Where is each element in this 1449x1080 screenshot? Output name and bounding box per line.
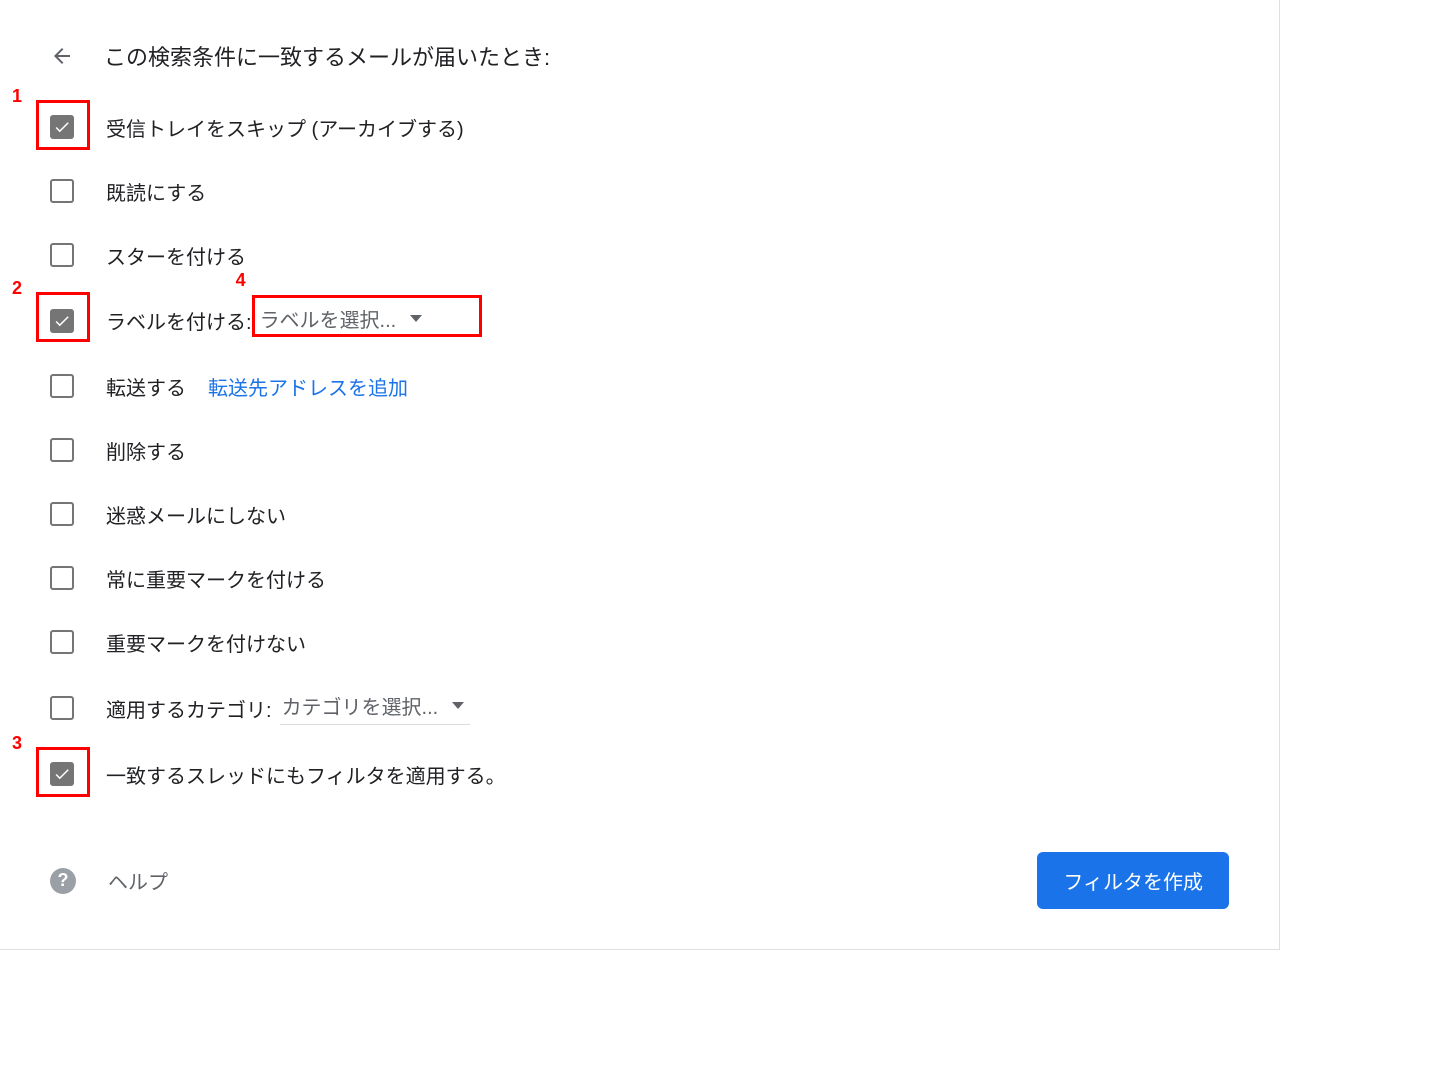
option-forward: 転送する 転送先アドレスを追加 — [50, 371, 1229, 401]
option-never-spam: 迷惑メールにしない — [50, 499, 1229, 529]
annotation-1: 1 — [12, 86, 22, 107]
label-dropdown[interactable]: ラベルを選択... — [258, 304, 429, 337]
label-mark-read: 既読にする — [106, 177, 206, 206]
help-group: ? ヘルプ — [50, 866, 168, 895]
option-apply-label: 2 ラベルを付ける: 4 ラベルを選択... — [50, 304, 1229, 337]
label-never-spam: 迷惑メールにしない — [106, 500, 286, 529]
label-always-important: 常に重要マークを付ける — [106, 564, 326, 593]
label-dropdown-text: ラベルを選択... — [260, 304, 397, 333]
label-category: 適用するカテゴリ: — [106, 694, 272, 723]
checkbox-never-important[interactable] — [50, 630, 74, 654]
checkbox-mark-read[interactable] — [50, 179, 74, 203]
checkbox-delete[interactable] — [50, 438, 74, 462]
option-category: 適用するカテゴリ: カテゴリを選択... — [50, 691, 1229, 725]
checkbox-always-important[interactable] — [50, 566, 74, 590]
header-title: この検索条件に一致するメールが届いたとき: — [104, 40, 550, 72]
chevron-down-icon — [452, 702, 464, 709]
option-mark-read: 既読にする — [50, 176, 1229, 206]
category-dropdown[interactable]: カテゴリを選択... — [280, 691, 471, 725]
checkbox-never-spam[interactable] — [50, 502, 74, 526]
label-forward: 転送する — [106, 372, 186, 401]
help-icon[interactable]: ? — [50, 868, 76, 894]
checkbox-apply-existing[interactable] — [50, 762, 74, 786]
header-row: この検索条件に一致するメールが届いたとき: — [50, 40, 1229, 72]
annotation-2: 2 — [12, 278, 22, 299]
checkbox-skip-inbox[interactable] — [50, 115, 74, 139]
back-arrow-icon[interactable] — [50, 44, 74, 68]
annotation-4: 4 — [236, 270, 246, 291]
annotation-3: 3 — [12, 733, 22, 754]
label-never-important: 重要マークを付けない — [106, 628, 306, 657]
option-apply-existing: 3 一致するスレッドにもフィルタを適用する。 — [50, 759, 1229, 789]
label-star: スターを付ける — [106, 241, 246, 270]
category-dropdown-text: カテゴリを選択... — [282, 691, 439, 720]
filter-actions-panel: この検索条件に一致するメールが届いたとき: 1 受信トレイをスキップ (アーカイ… — [0, 0, 1280, 950]
option-star: スターを付ける — [50, 240, 1229, 270]
label-skip-inbox: 受信トレイをスキップ (アーカイブする) — [106, 113, 464, 142]
checkbox-star[interactable] — [50, 243, 74, 267]
label-apply-existing: 一致するスレッドにもフィルタを適用する。 — [106, 760, 506, 789]
label-apply-label: ラベルを付ける: — [106, 306, 252, 335]
add-forward-address-link[interactable]: 転送先アドレスを追加 — [208, 372, 408, 401]
option-never-important: 重要マークを付けない — [50, 627, 1229, 657]
create-filter-button[interactable]: フィルタを作成 — [1037, 852, 1229, 909]
help-label[interactable]: ヘルプ — [108, 866, 168, 895]
option-skip-inbox: 1 受信トレイをスキップ (アーカイブする) — [50, 112, 1229, 142]
label-delete: 削除する — [106, 436, 186, 465]
footer-row: ? ヘルプ フィルタを作成 — [50, 852, 1229, 909]
chevron-down-icon — [410, 315, 422, 322]
checkbox-apply-label[interactable] — [50, 309, 74, 333]
checkbox-forward[interactable] — [50, 374, 74, 398]
option-always-important: 常に重要マークを付ける — [50, 563, 1229, 593]
checkbox-category[interactable] — [50, 696, 74, 720]
option-delete: 削除する — [50, 435, 1229, 465]
